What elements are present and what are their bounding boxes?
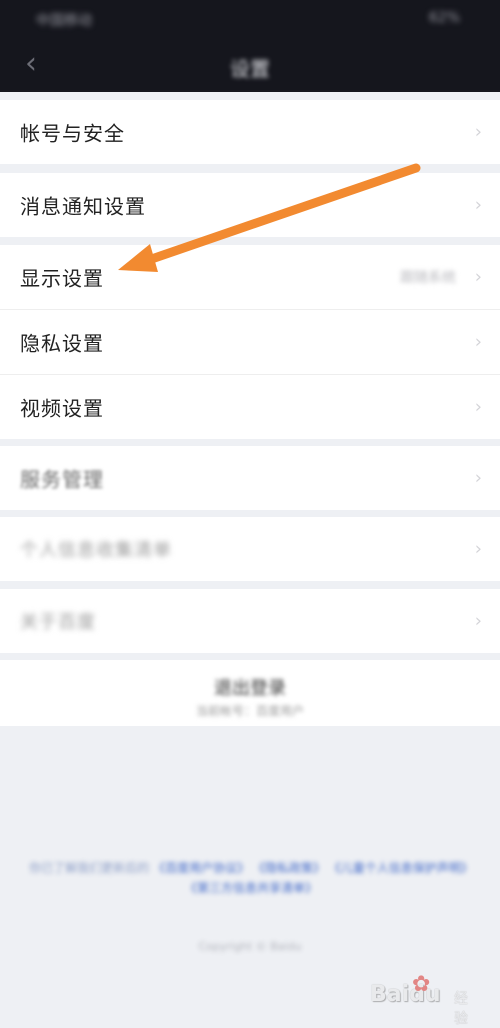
settings-group-notifications: 消息通知设置 › xyxy=(0,173,500,237)
chevron-right-icon: › xyxy=(474,266,482,288)
chevron-right-icon: › xyxy=(474,538,482,560)
settings-item-about[interactable]: 关于百度 › xyxy=(0,589,500,653)
chevron-right-icon: › xyxy=(474,467,482,489)
paw-logo-icon: ✿ xyxy=(412,972,431,997)
chevron-right-icon: › xyxy=(474,121,482,143)
child-privacy-link[interactable]: 《儿童个人信息保护声明》 xyxy=(329,861,473,875)
logout-account-text: 当前帐号：百度用户 xyxy=(195,704,304,718)
status-bar: 中国移动 62% xyxy=(0,0,500,40)
settings-item-label: 显示设置 xyxy=(20,266,104,291)
privacy-policy-link[interactable]: 《隐私政策》 xyxy=(253,861,325,875)
settings-group-general: 显示设置 跟随系统 › 隐私设置 › 视频设置 › xyxy=(0,245,500,439)
settings-item-personal-info-list[interactable]: 个人信息收集清单 › xyxy=(0,517,500,581)
chevron-right-icon: › xyxy=(474,396,482,418)
display-mode-value: 跟随系统 xyxy=(400,270,456,286)
chevron-right-icon: › xyxy=(474,610,482,632)
chevron-right-icon: › xyxy=(474,331,482,353)
third-party-sharing-link[interactable]: 《第三方信息共享清单》 xyxy=(185,881,317,895)
logout-button[interactable]: 退出登录 当前帐号：百度用户 xyxy=(0,660,500,726)
settings-item-label: 隐私设置 xyxy=(20,331,104,356)
settings-group-about: 关于百度 › xyxy=(0,589,500,653)
settings-group-personal-info: 个人信息收集清单 › xyxy=(0,517,500,581)
settings-item-label: 关于百度 xyxy=(20,612,96,633)
settings-item-display[interactable]: 显示设置 跟随系统 › xyxy=(0,245,500,310)
carrier-text: 中国移动 xyxy=(36,13,92,29)
agreement-notice: 你已了解我们更新后的 《百度用户协议》 《隐私政策》 《儿童个人信息保护声明》 … xyxy=(26,858,476,898)
battery-text: 62% xyxy=(428,10,460,26)
navigation-bar: ‹ 设置 xyxy=(0,40,500,92)
settings-item-label: 帐号与安全 xyxy=(20,121,125,146)
settings-item-account-security[interactable]: 帐号与安全 › xyxy=(0,100,500,164)
baidu-jingyan-watermark: Baidu ✿ 经验 xyxy=(370,972,478,1027)
settings-group-account: 帐号与安全 › xyxy=(0,100,500,164)
page-title: 设置 xyxy=(230,57,270,81)
logout-label: 退出登录 xyxy=(214,678,286,699)
chevron-right-icon: › xyxy=(474,194,482,216)
settings-item-service-management[interactable]: 服务管理 › xyxy=(0,446,500,510)
settings-item-label: 服务管理 xyxy=(20,467,104,492)
settings-group-services: 服务管理 › xyxy=(0,446,500,510)
settings-item-privacy[interactable]: 隐私设置 › xyxy=(0,310,500,375)
settings-item-video[interactable]: 视频设置 › xyxy=(0,375,500,439)
settings-item-label: 消息通知设置 xyxy=(20,194,146,219)
watermark-suffix: 经验 xyxy=(454,991,468,1027)
copyright-text: Copyright © Baidu xyxy=(198,940,302,953)
user-agreement-link[interactable]: 《百度用户协议》 xyxy=(153,861,249,875)
agreement-prefix: 你已了解我们更新后的 xyxy=(29,861,150,875)
settings-item-label: 视频设置 xyxy=(20,396,104,421)
settings-item-label: 个人信息收集清单 xyxy=(20,540,172,561)
settings-item-notifications[interactable]: 消息通知设置 › xyxy=(0,173,500,237)
